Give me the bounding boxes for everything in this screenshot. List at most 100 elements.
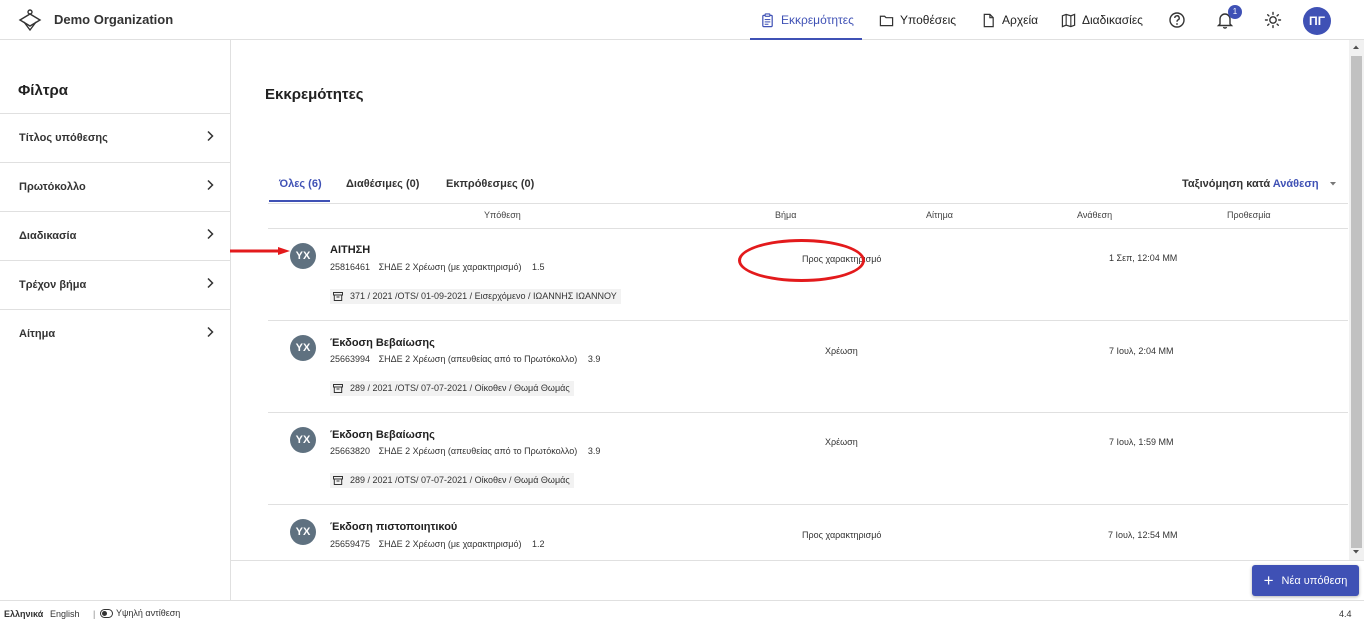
filter-label: Διαδικασία [19,230,77,242]
case-procedure: ΣΗΔΕ 2 Χρέωση (απευθείας από το Πρωτόκολ… [378,354,578,364]
sort-value: Ανάθεση [1272,178,1319,190]
protocol-tag-text: 371 / 2021 /OTS/ 01-09-2021 / Εισερχόμεν… [350,291,617,301]
column-header-assignment[interactable]: Ανάθεση [1077,210,1112,220]
language-english[interactable]: English [50,609,80,619]
language-greek[interactable]: Ελληνικά [4,609,43,619]
filter-label: Τρέχον βήμα [19,279,87,291]
case-procedure: ΣΗΔΕ 2 Χρέωση (απευθείας από το Πρωτόκολ… [378,446,578,456]
case-version: 1.5 [532,262,545,272]
high-contrast-toggle[interactable]: Υψηλή αντίθεση [100,608,180,618]
archive-box-icon [333,476,343,485]
case-title: Έκδοση Βεβαίωσης [330,429,435,441]
sort-label: Ταξινόμηση κατά [1182,178,1271,190]
current-step: Χρέωση [825,437,858,447]
new-case-label: Νέα υπόθεση [1281,574,1348,587]
column-header-deadline[interactable]: Προθεσμία [1227,210,1271,220]
filters-title: Φίλτρα [18,82,69,99]
action-bar [231,560,1364,600]
case-code: 25663994 [330,354,371,364]
notification-count-badge: 1 [1228,5,1242,19]
protocol-tag-text: 289 / 2021 /OTS/ 07-07-2021 / Οίκοθεν / … [350,475,570,485]
tab-all[interactable]: Όλες (6) [279,178,322,190]
footer: Ελληνικά English | Υψηλή αντίθεση 4.4 [0,600,1364,622]
case-details: 25659475 ΣΗΔΕ 2 Χρέωση (με χαρακτηρισμό)… [330,539,545,549]
case-title: Έκδοση πιστοποιητικού [330,521,458,533]
column-header-step[interactable]: Βήμα [775,210,796,220]
nav-pending-label: Εκκρεμότητες [781,13,854,27]
filter-label: Πρωτόκολλο [19,181,86,193]
filter-request[interactable]: Αίτημα [0,309,230,358]
page-title: Εκκρεμότητες [265,86,364,103]
annotation-arrow-icon [230,247,290,255]
case-details: 25816461 ΣΗΔΕ 2 Χρέωση (με χαρακτηρισμό)… [330,262,545,272]
theme-sun-icon[interactable] [1264,11,1282,29]
nav-pending[interactable]: Εκκρεμότητες [760,0,854,40]
assignment-date: 7 Ιουλ, 12:54 ΜΜ [1108,530,1178,540]
chevron-right-icon [207,326,214,338]
organization-logo-icon[interactable] [18,8,42,32]
nav-procedures[interactable]: Διαδικασίες [1061,0,1143,40]
filter-label: Αίτημα [19,328,56,340]
help-icon[interactable] [1168,11,1186,29]
scrollbar-thumb[interactable] [1351,56,1362,548]
plus-icon: + [1263,571,1274,590]
assignee-avatar: ΥΧ [290,335,316,361]
annotation-ellipse [738,239,865,282]
tab-available[interactable]: Διαθέσιμες (0) [346,178,419,190]
clipboard-icon [762,12,773,27]
chevron-right-icon [207,228,214,240]
case-code: 25816461 [330,262,371,272]
table-row[interactable]: ΥΧ Έκδοση πιστοποιητικού 25659475 ΣΗΔΕ 2… [268,505,1348,560]
nav-files[interactable]: Αρχεία [981,0,1038,40]
case-details: 25663820 ΣΗΔΕ 2 Χρέωση (απευθείας από το… [330,446,600,456]
assignee-avatar: ΥΧ [290,243,316,269]
user-avatar[interactable]: ΠΓ [1303,7,1331,35]
case-version: 1.2 [532,539,545,549]
sort-dropdown[interactable]: Ταξινόμηση κατά Ανάθεση [1182,178,1319,190]
chevron-right-icon [207,277,214,289]
case-title: Έκδοση Βεβαίωσης [330,337,435,349]
scroll-down-arrow-icon[interactable] [1352,549,1360,555]
column-header-request[interactable]: Αίτημα [926,210,953,220]
map-icon [1061,13,1076,27]
file-icon [983,13,994,27]
contrast-toggle-icon [100,608,113,618]
table-row[interactable]: ΥΧ Έκδοση Βεβαίωσης 25663994 ΣΗΔΕ 2 Χρέω… [268,321,1348,413]
case-procedure: ΣΗΔΕ 2 Χρέωση (με χαρακτηρισμό) [378,539,522,549]
nav-cases[interactable]: Υποθέσεις [879,0,956,40]
archive-box-icon [333,384,343,393]
assignee-avatar: ΥΧ [290,427,316,453]
table-top-divider [268,203,1348,204]
column-header-case[interactable]: Υπόθεση [484,210,521,220]
assignee-avatar: ΥΧ [290,519,316,545]
caret-down-icon[interactable] [1329,181,1337,187]
assignment-date: 7 Ιουλ, 2:04 ΜΜ [1109,346,1174,356]
assignment-date: 7 Ιουλ, 1:59 ΜΜ [1109,437,1174,447]
new-case-button[interactable]: + Νέα υπόθεση [1252,565,1359,596]
high-contrast-label: Υψηλή αντίθεση [116,608,181,618]
chevron-right-icon [207,130,214,142]
case-procedure: ΣΗΔΕ 2 Χρέωση (με χαρακτηρισμό) [378,262,522,272]
archive-box-icon [333,292,343,301]
current-step: Χρέωση [825,346,858,356]
scroll-up-arrow-icon[interactable] [1352,44,1360,50]
tab-active-indicator [269,200,330,202]
case-version: 3.9 [587,354,601,364]
filter-procedure[interactable]: Διαδικασία [0,211,230,260]
filter-protocol[interactable]: Πρωτόκολλο [0,162,230,211]
filter-current-step[interactable]: Τρέχον βήμα [0,260,230,309]
filter-case-title[interactable]: Τίτλος υπόθεσης [0,113,230,162]
organization-name: Demo Organization [54,12,174,27]
protocol-tag: 289 / 2021 /OTS/ 07-07-2021 / Οίκοθεν / … [330,381,574,396]
current-step: Προς χαρακτηρισμό [802,530,882,540]
case-title: ΑΙΤΗΣΗ [330,244,371,256]
nav-active-indicator [750,38,862,40]
tab-overdue[interactable]: Εκπρόθεσμες (0) [446,178,534,190]
nav-cases-label: Υποθέσεις [900,13,957,27]
folder-icon [879,15,894,26]
table-row[interactable]: ΥΧ Έκδοση Βεβαίωσης 25663820 ΣΗΔΕ 2 Χρέω… [268,413,1348,505]
protocol-tag-text: 289 / 2021 /OTS/ 07-07-2021 / Οίκοθεν / … [350,383,570,393]
chevron-right-icon [207,179,214,191]
case-code: 25659475 [330,539,371,549]
nav-files-label: Αρχεία [1002,13,1039,27]
